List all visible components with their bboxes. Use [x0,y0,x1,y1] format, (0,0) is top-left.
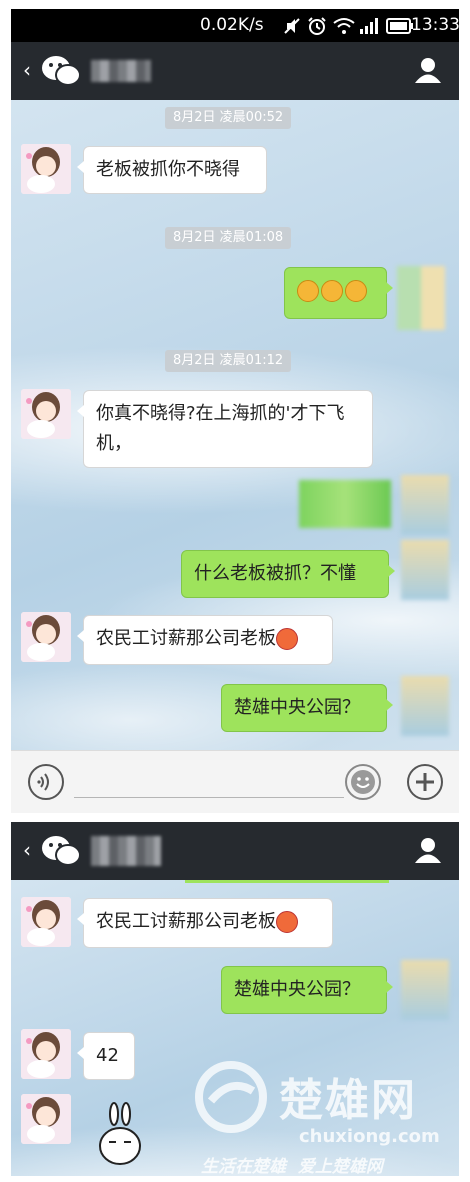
surprised-emoji-icon [297,280,319,302]
friend-avatar[interactable] [21,144,71,194]
own-avatar-redacted[interactable] [401,676,449,736]
message-text: 农民工讨薪那公司老板 [96,628,276,649]
watermark-domain: chuxiong.com [299,1126,440,1147]
back-icon[interactable]: ‹ [23,58,31,82]
back-icon[interactable]: ‹ [23,838,31,862]
own-avatar-redacted[interactable] [401,475,449,535]
friend-avatar[interactable] [21,389,71,439]
message-bubble-received[interactable]: 老板被抓你不晓得 [77,146,267,194]
own-avatar-redacted[interactable] [397,266,445,330]
alarm-icon [308,17,326,35]
message-text: 农民工讨薪那公司老板 [96,911,276,932]
input-bar [11,750,459,813]
chat-area[interactable]: 8月2日 凌晨00:52 老板被抓你不晓得 8月2日 凌晨01:08 8月2日 … [11,100,459,750]
friend-avatar[interactable] [21,612,71,662]
chat-header: ‹ [11,42,459,100]
surprised-emoji-icon [321,280,343,302]
message-bubble-redacted[interactable] [299,480,391,528]
angry-emoji-icon [276,911,298,933]
chuxiong-logo-icon [195,1061,267,1133]
message-bubble-sent[interactable]: 楚雄中央公园？ [221,684,393,732]
more-options-plus-icon[interactable] [407,764,443,800]
battery-icon [386,18,413,34]
timestamp: 8月2日 凌晨01:08 [165,227,292,249]
surprised-emoji-icon [345,280,367,302]
network-speed: 0.02K/s [200,15,264,35]
message-bubble-received[interactable]: 农民工讨薪那公司老板 [77,898,333,948]
own-avatar-redacted[interactable] [401,960,449,1020]
friend-avatar[interactable] [21,1094,71,1144]
contact-profile-icon[interactable] [414,836,442,864]
message-input[interactable] [74,797,344,798]
wechat-logo-icon[interactable] [41,834,83,868]
message-bubble-sent[interactable] [284,267,393,319]
message-bubble-received[interactable]: 农民工讨薪那公司老板 [77,615,333,665]
emoji-icon[interactable] [345,764,381,800]
clock: 13:33 [411,15,460,35]
mute-icon [284,18,300,34]
contact-profile-icon[interactable] [414,56,442,84]
chat-header: ‹ [11,822,459,880]
message-bubble-sent[interactable]: 楚雄中央公园？ [221,966,393,1014]
chat-area[interactable]: 农民工讨薪那公司老板 楚雄中央公园？ 42 楚雄网 chuxiong.com 生… [11,880,459,1176]
message-bubble-received[interactable]: 42 [77,1032,135,1080]
message-bubble-partial [185,880,389,883]
message-bubble-received[interactable]: 你真不晓得?在上海抓的'才下飞机， [77,390,373,468]
own-avatar-redacted[interactable] [401,540,449,600]
wechat-logo-icon[interactable] [41,54,83,88]
contact-name-redacted [91,60,151,82]
message-bubble-sent[interactable]: 什么老板被抓？不懂 [181,550,395,598]
timestamp: 8月2日 凌晨00:52 [165,107,292,129]
timestamp: 8月2日 凌晨01:12 [165,350,292,372]
status-bar: 0.02K/s 13:33 [11,9,460,42]
contact-name-redacted [91,836,161,866]
wifi-icon [333,18,355,34]
watermark-slogan: 生活在楚雄 爱上楚雄网 [201,1157,383,1176]
voice-input-icon[interactable] [28,764,64,800]
signal-icon [360,18,378,34]
friend-avatar[interactable] [21,1029,71,1079]
rabbit-sticker-icon[interactable] [95,1102,145,1172]
watermark-brand: 楚雄网 [279,1075,417,1126]
friend-avatar[interactable] [21,897,71,947]
angry-emoji-icon [276,628,298,650]
